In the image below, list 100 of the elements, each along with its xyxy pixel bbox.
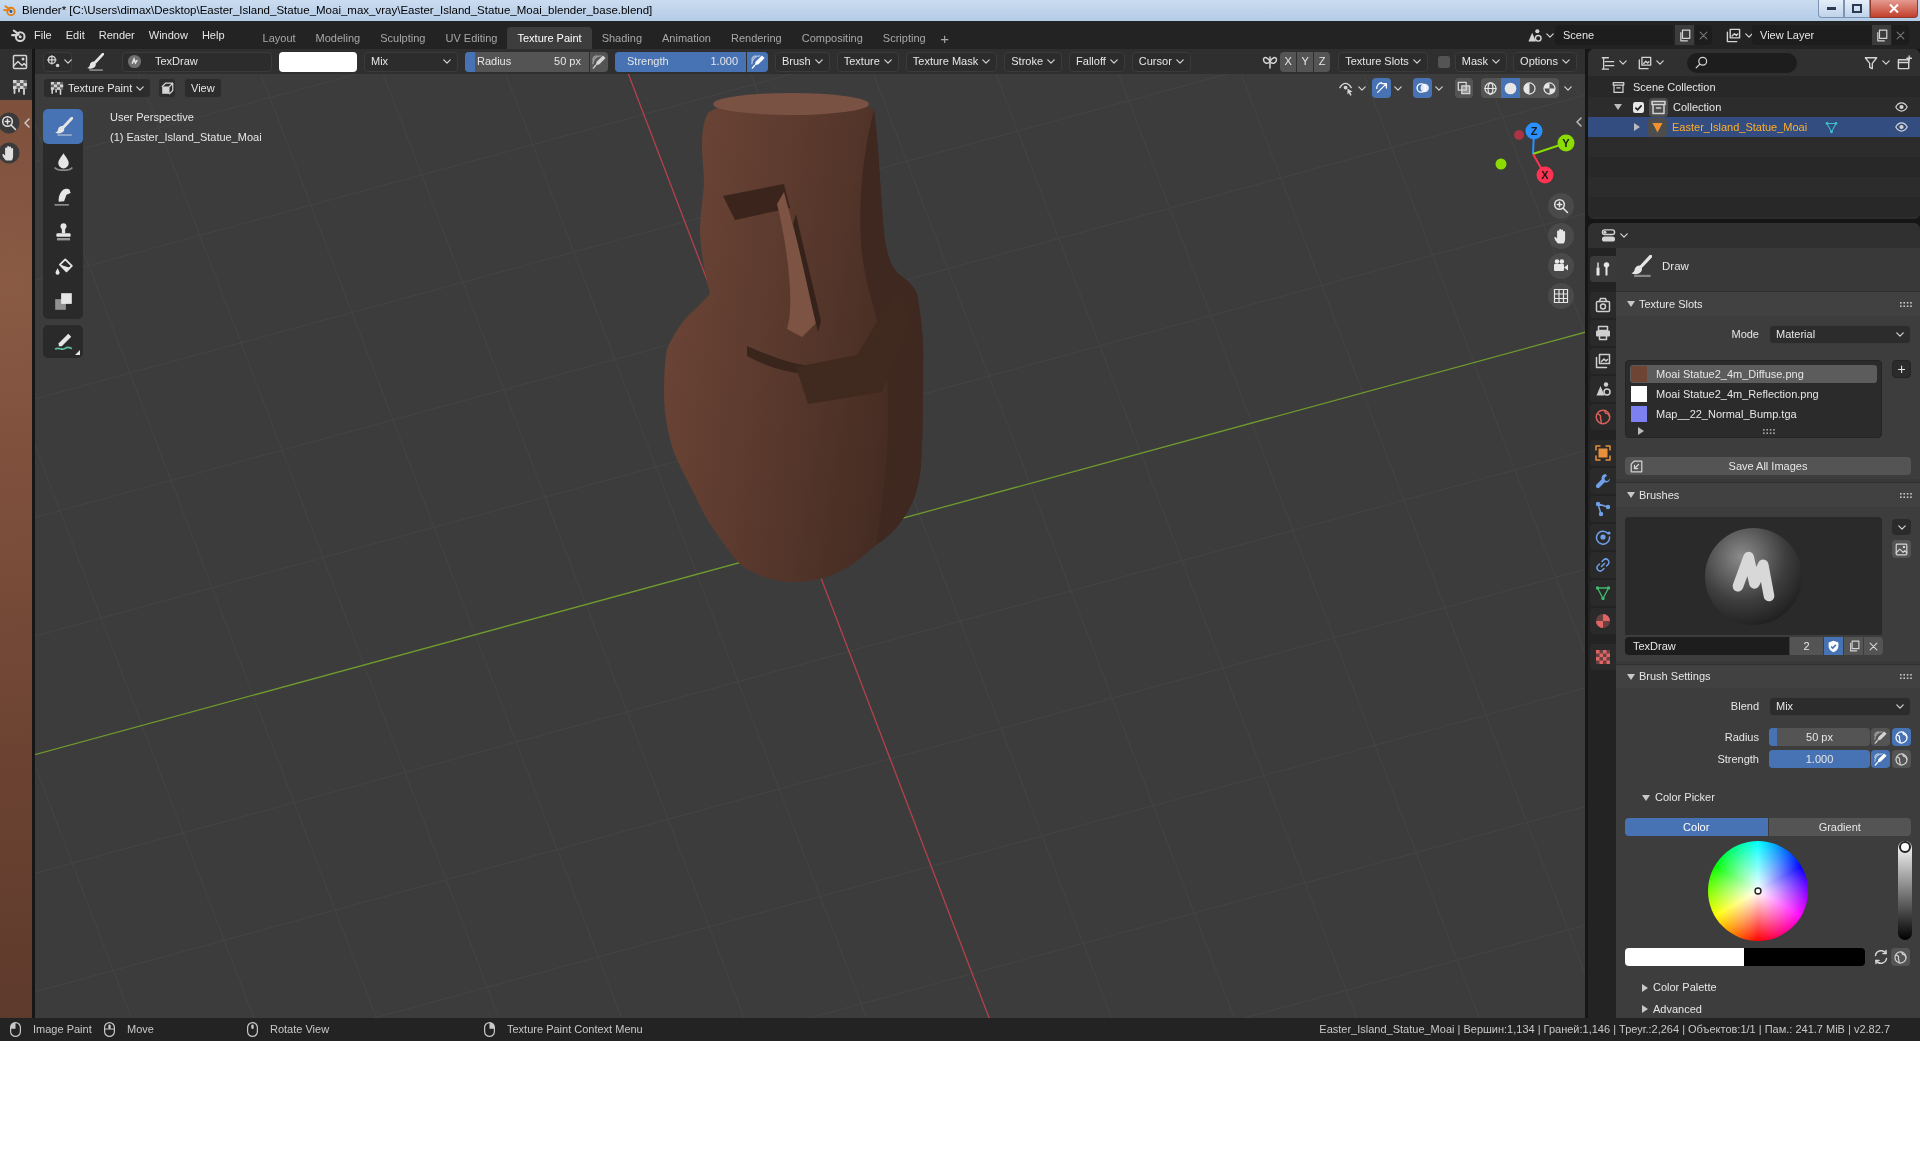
- xray-toggle[interactable]: [1455, 78, 1473, 98]
- brush-name-field[interactable]: TexDraw: [1625, 637, 1789, 655]
- pressure-toggle[interactable]: [590, 51, 608, 72]
- menu-button[interactable]: Window: [141, 25, 195, 45]
- panel-header[interactable]: Texture Slots: [1616, 292, 1920, 316]
- panel-header[interactable]: Brushes: [1616, 483, 1920, 507]
- slider-handle[interactable]: [1899, 841, 1911, 853]
- chevron-left-icon[interactable]: [24, 118, 30, 128]
- checker-icon[interactable]: [12, 79, 28, 95]
- picker-tab[interactable]: Color: [1625, 818, 1768, 836]
- blend-dropdown[interactable]: Mix: [364, 51, 458, 72]
- minimize-button[interactable]: [1818, 0, 1844, 18]
- pressure-toggle[interactable]: [1871, 750, 1890, 768]
- menu-button[interactable]: File: [27, 25, 59, 45]
- axis-toggle[interactable]: X: [1280, 51, 1297, 72]
- brush-list-button[interactable]: [1892, 519, 1911, 535]
- zoom-icon[interactable]: [1548, 193, 1574, 219]
- workspace-tab[interactable]: Sculpting: [370, 27, 436, 49]
- negative-axis-handle[interactable]: [1495, 158, 1507, 170]
- triangle-right-icon[interactable]: [1638, 427, 1644, 435]
- pressure-toggle[interactable]: [1871, 728, 1890, 746]
- scene-field[interactable]: Scene: [1555, 25, 1673, 45]
- header-menu[interactable]: Cursor: [1131, 51, 1191, 72]
- workspace-tab[interactable]: Animation: [652, 27, 721, 49]
- outliner-item[interactable]: Easter_Island_Statue_Moai: [1588, 117, 1920, 137]
- add-collection-icon[interactable]: [1897, 55, 1912, 70]
- texture-slot-item[interactable]: Map__22_Normal_Bump.tga: [1630, 405, 1878, 423]
- face-mask-toggle[interactable]: [158, 78, 176, 98]
- properties-tab[interactable]: [1590, 320, 1616, 346]
- properties-tab[interactable]: [1590, 440, 1616, 466]
- outliner-item[interactable]: Collection: [1588, 97, 1920, 117]
- properties-tab[interactable]: [1590, 404, 1616, 430]
- tool-dropdown[interactable]: [43, 51, 72, 72]
- save-all-images-button[interactable]: Save All Images: [1625, 457, 1911, 475]
- pressure-toggle[interactable]: [747, 51, 768, 72]
- subpanel-header[interactable]: Color Palette: [1625, 977, 1911, 998]
- shading-button[interactable]: [1520, 78, 1540, 98]
- menu-button[interactable]: Render: [91, 25, 142, 45]
- swap-icon[interactable]: [1873, 949, 1889, 965]
- shading-button[interactable]: [1500, 78, 1520, 98]
- workspace-tab[interactable]: UV Editing: [435, 27, 508, 49]
- texture-slot-item[interactable]: Moai Statue2_4m_Diffuse.png: [1630, 365, 1878, 383]
- camera-icon[interactable]: [1548, 253, 1574, 279]
- properties-tab[interactable]: [1590, 292, 1616, 318]
- hand-icon[interactable]: [0, 142, 20, 164]
- eye-icon[interactable]: [1895, 122, 1908, 132]
- mode-dropdown[interactable]: Texture Paint: [43, 78, 151, 98]
- properties-tab[interactable]: [1590, 376, 1616, 402]
- close-button[interactable]: [1870, 0, 1918, 18]
- shading-button[interactable]: [1539, 78, 1559, 98]
- tool-button[interactable]: [43, 109, 83, 144]
- chevron-left-icon[interactable]: [1576, 117, 1582, 127]
- new-scene-button[interactable]: [1675, 25, 1694, 45]
- workspace-tab[interactable]: Shading: [591, 27, 653, 49]
- tool-button[interactable]: [43, 325, 83, 358]
- properties-tab[interactable]: [1590, 644, 1616, 670]
- value-slider[interactable]: [1898, 841, 1912, 940]
- menu-button[interactable]: Edit: [58, 25, 92, 45]
- grid-icon[interactable]: [1548, 283, 1574, 309]
- triangle-down-icon[interactable]: [1614, 104, 1622, 110]
- strength-slider[interactable]: Strength 1.000: [615, 51, 746, 72]
- properties-tab[interactable]: [1590, 468, 1616, 494]
- workspace-tab[interactable]: Compositing: [791, 27, 873, 49]
- mode-dropdown[interactable]: Material: [1769, 325, 1911, 344]
- workspace-tab[interactable]: Layout: [252, 27, 306, 49]
- overlay-toggle[interactable]: [1413, 78, 1432, 98]
- search-field[interactable]: [1687, 52, 1797, 73]
- view-layer-field[interactable]: View Layer: [1752, 25, 1872, 45]
- properties-tab[interactable]: [1590, 256, 1616, 282]
- remove-view-layer-button[interactable]: [1892, 25, 1909, 45]
- triangle-right-icon[interactable]: [1634, 123, 1640, 131]
- axis-toggle[interactable]: Z: [1314, 51, 1331, 72]
- subpanel-header[interactable]: Color Picker: [1625, 787, 1911, 808]
- outliner-item[interactable]: Scene Collection: [1588, 77, 1920, 97]
- checkbox[interactable]: [1633, 101, 1644, 113]
- axis-handle[interactable]: Y: [1532, 134, 1575, 155]
- workspace-tab[interactable]: Scripting: [872, 27, 936, 49]
- header-menu[interactable]: Brush: [775, 51, 830, 72]
- properties-tab[interactable]: [1590, 524, 1616, 550]
- properties-tab[interactable]: [1590, 608, 1616, 634]
- gizmo-toggle[interactable]: [1372, 78, 1391, 98]
- brush-field[interactable]: TexDraw: [122, 51, 272, 72]
- color-swatch[interactable]: [1625, 948, 1744, 966]
- axis-toggle[interactable]: Y: [1297, 51, 1314, 72]
- brush-image-button[interactable]: [1892, 540, 1911, 558]
- blend-dropdown[interactable]: Mix: [1769, 697, 1911, 716]
- eye-icon[interactable]: [1895, 102, 1908, 112]
- workspace-tab[interactable]: Modeling: [305, 27, 371, 49]
- header-menu[interactable]: Texture: [836, 51, 899, 72]
- properties-tab[interactable]: [1590, 580, 1616, 606]
- color-swatch[interactable]: [279, 51, 357, 72]
- workspace-tab[interactable]: Texture Paint: [507, 27, 592, 49]
- duplicate-button[interactable]: [1844, 637, 1863, 655]
- unified-toggle[interactable]: [1892, 750, 1911, 768]
- header-menu[interactable]: Falloff: [1069, 51, 1125, 72]
- header-menu[interactable]: Texture Mask: [905, 51, 998, 72]
- shading-button[interactable]: [1481, 78, 1501, 98]
- subpanel-header[interactable]: Advanced: [1625, 1000, 1911, 1018]
- panel-header[interactable]: Brush Settings: [1616, 665, 1920, 688]
- properties-tab[interactable]: [1590, 496, 1616, 522]
